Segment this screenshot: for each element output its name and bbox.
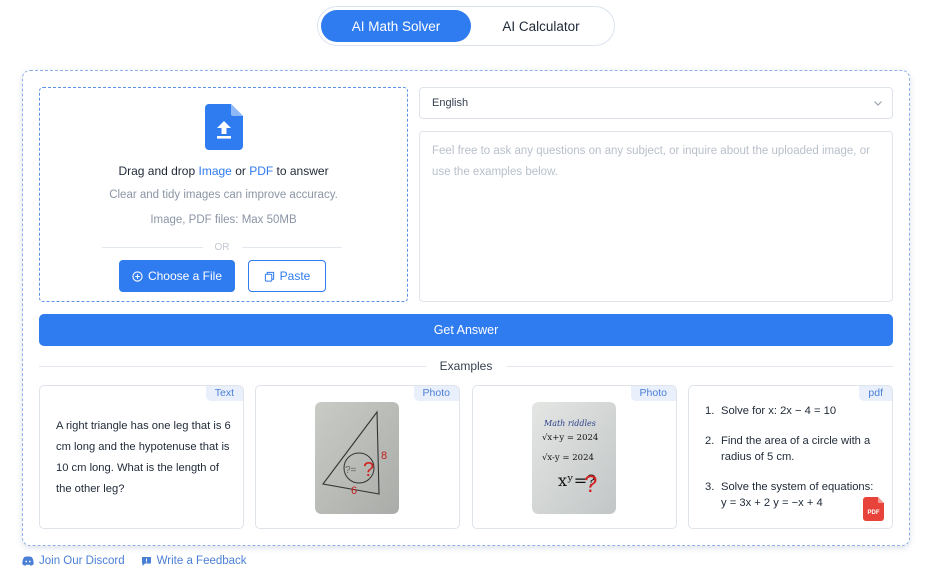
svg-text:PDF: PDF	[868, 510, 880, 516]
paste-icon	[264, 271, 274, 282]
example-tag: Photo	[413, 386, 459, 401]
solver-card: Drag and drop Image or PDF to answer Cle…	[22, 70, 910, 546]
triangle-photo-image: ?= ? 8 6	[315, 402, 399, 514]
file-upload-icon	[205, 104, 243, 150]
svg-text:6: 6	[351, 485, 357, 497]
plus-circle-icon	[132, 270, 143, 282]
drag-drop-text: Drag and drop Image or PDF to answer	[118, 164, 329, 178]
math-riddle-photo-image: Math riddles √x+y = 2024 √x-y = 2024 xʸ=…	[532, 402, 616, 514]
example-tag: Text	[205, 386, 243, 401]
svg-text:√x+y = 2024: √x+y = 2024	[542, 433, 598, 443]
join-discord-link[interactable]: Join Our Discord	[22, 555, 125, 567]
footer-links: Join Our Discord Write a Feedback	[22, 555, 247, 567]
write-feedback-link[interactable]: Write a Feedback	[141, 555, 247, 567]
choose-file-button[interactable]: Choose a File	[119, 260, 235, 292]
svg-text:?: ?	[584, 471, 597, 498]
chevron-down-icon	[874, 101, 882, 106]
discord-icon	[22, 556, 34, 566]
pdf-problem-list: 1. Solve for x: 2x − 4 = 10 2. Find the ar…	[705, 403, 885, 525]
tab-ai-calculator[interactable]: AI Calculator	[471, 10, 611, 42]
mode-switch: AI Math Solver AI Calculator	[317, 6, 615, 46]
language-select[interactable]: English	[419, 87, 893, 119]
svg-text:√x-y = 2024: √x-y = 2024	[542, 453, 594, 463]
svg-text:8: 8	[381, 450, 387, 462]
tab-ai-math-solver[interactable]: AI Math Solver	[321, 10, 471, 42]
question-input[interactable]: Feel free to ask any questions on any su…	[419, 131, 893, 302]
example-text: A right triangle has one leg that is 6 c…	[56, 420, 231, 495]
file-limit-hint: Image, PDF files: Max 50MB	[150, 214, 297, 226]
svg-text:Math riddles: Math riddles	[543, 419, 596, 428]
example-tag: Photo	[630, 386, 676, 401]
pdf-link: PDF	[249, 164, 274, 178]
pdf-file-icon: PDF	[863, 497, 884, 521]
example-card-photo-triangle[interactable]: Photo ?= ? 8 6	[255, 385, 460, 529]
list-item: 2. Find the area of a circle with a radiu…	[705, 435, 871, 463]
feedback-icon	[141, 556, 151, 566]
example-card-pdf[interactable]: pdf 1. Solve for x: 2x − 4 = 10 2. Find th…	[688, 385, 893, 529]
example-card-photo-riddle[interactable]: Photo Math riddles √x+y = 2024 √x-y = 20…	[472, 385, 677, 529]
list-item: 1. Solve for x: 2x − 4 = 10	[705, 405, 837, 417]
svg-text:?=: ?=	[345, 465, 357, 476]
examples-divider: Examples	[39, 358, 893, 374]
or-divider: OR	[102, 240, 342, 254]
example-tag: pdf	[859, 386, 892, 401]
paste-button[interactable]: Paste	[248, 260, 326, 292]
accuracy-hint: Clear and tidy images can improve accura…	[109, 189, 338, 201]
example-card-text[interactable]: Text A right triangle has one leg that i…	[39, 385, 244, 529]
get-answer-button[interactable]: Get Answer	[39, 314, 893, 346]
image-link: Image	[198, 164, 232, 178]
examples-heading: Examples	[439, 359, 493, 373]
photo-question-mark: ?	[363, 459, 374, 481]
upload-dropzone[interactable]: Drag and drop Image or PDF to answer Cle…	[39, 87, 408, 302]
list-item: 3. Solve the system of equations: y = 3x …	[705, 481, 874, 509]
